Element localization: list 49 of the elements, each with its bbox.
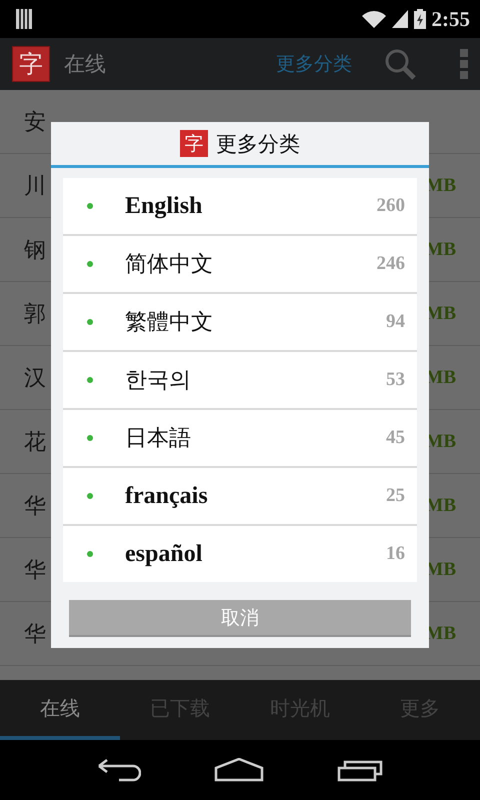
signal-icon [392,10,408,28]
category-count: 246 [376,253,405,275]
category-name: 日本語 [125,425,192,453]
font-name: 华 [24,556,46,584]
font-name: 钢 [24,236,46,264]
category-count: 53 [386,369,405,391]
bullet-icon [87,377,93,383]
battery-icon [414,9,426,29]
wifi-icon [362,10,386,28]
app-logo: 字 [180,130,208,157]
app-logo: 字 [12,46,50,82]
dialog-title: 更多分类 [216,130,300,158]
font-name: 花 [24,428,46,456]
category-count: 260 [376,195,405,217]
bullet-icon [87,203,93,209]
notification-icon [16,9,32,29]
clock-time: 2:55 [432,6,470,32]
font-name: 华 [24,492,46,520]
category-item[interactable]: 日本語 45 [63,410,417,468]
category-item[interactable]: English 260 [63,178,417,236]
back-icon[interactable] [96,758,141,782]
category-count: 45 [386,427,405,449]
category-item[interactable]: 简体中文 246 [63,236,417,294]
bullet-icon [87,493,93,499]
bullet-icon [87,319,93,325]
category-name: 简体中文 [125,251,214,279]
category-name: 한국의 [125,367,192,395]
font-name: 川 [24,172,46,200]
screen-title: 在线 [64,51,106,78]
font-name: 华 [24,620,46,648]
bullet-icon [87,435,93,441]
font-name: 汉 [24,364,46,392]
font-name: 郭 [24,300,46,328]
category-item[interactable]: 한국의 53 [63,352,417,410]
category-name: français [125,482,209,510]
category-name: español [125,540,204,568]
recent-apps-icon[interactable] [337,758,384,782]
category-count: 25 [386,485,405,507]
category-name: 繁體中文 [125,309,214,337]
category-item[interactable]: español 16 [63,526,417,582]
category-name: English [125,192,204,220]
bullet-icon [87,261,93,267]
home-icon[interactable] [214,758,264,782]
category-item[interactable]: 繁體中文 94 [63,294,417,352]
bullet-icon [87,551,93,557]
category-count: 94 [386,311,405,333]
category-item[interactable]: français 25 [63,468,417,526]
font-name: 安 [24,108,46,136]
category-count: 16 [386,543,405,565]
